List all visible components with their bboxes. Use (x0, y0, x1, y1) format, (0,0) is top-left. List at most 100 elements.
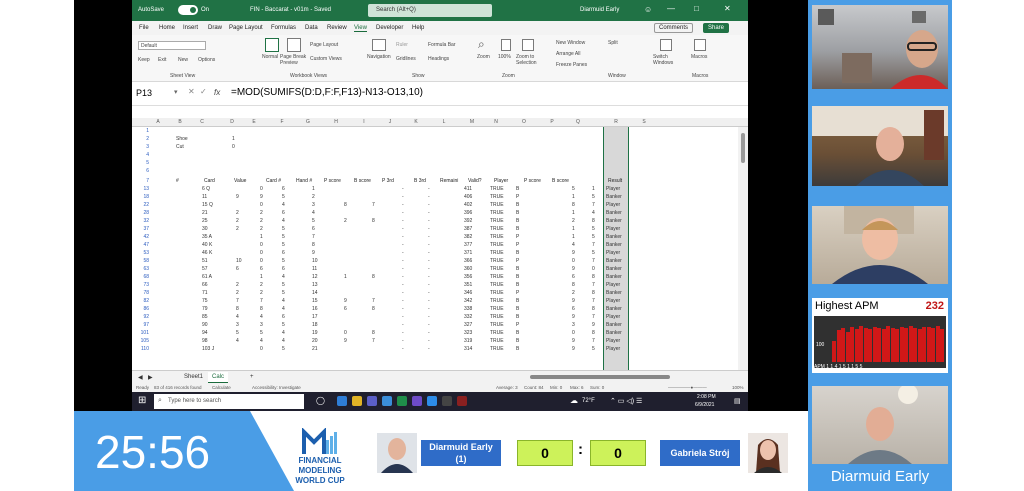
table-cell[interactable]: 2 (572, 290, 575, 296)
table-cell[interactable]: 5 (260, 330, 263, 336)
table-cell[interactable]: 402 (464, 202, 472, 208)
sheet-view-options[interactable]: Options (198, 57, 215, 63)
table-cell[interactable]: B (516, 266, 519, 272)
table-cell[interactable]: 7 (592, 338, 595, 344)
table-cell[interactable]: B (516, 338, 519, 344)
row-number[interactable]: 63 (135, 266, 149, 272)
table-cell[interactable]: 35 A (202, 234, 212, 240)
row-number[interactable]: 47 (135, 242, 149, 248)
row-number[interactable]: 5 (135, 160, 149, 166)
table-cell[interactable]: - (402, 330, 404, 336)
table-cell[interactable]: 7 (372, 202, 375, 208)
table-cell[interactable]: Player (606, 314, 620, 320)
table-cell[interactable]: 8 (592, 330, 595, 336)
table-cell[interactable]: 7 (312, 234, 315, 240)
table-cell[interactable]: 8 (372, 330, 375, 336)
table-row[interactable]: 28 21 2 2 6 4 - - 396 TRUE B 1 4 Banker (132, 210, 748, 218)
arrange-all-button[interactable]: Arrange All (556, 51, 580, 57)
table-cell[interactable]: 6 (260, 266, 263, 272)
navigation-button[interactable]: Navigation (367, 54, 391, 60)
row-number[interactable]: 78 (135, 290, 149, 296)
table-cell[interactable]: Player (606, 346, 620, 352)
table-cell[interactable]: 25 (202, 218, 208, 224)
table-cell[interactable]: TRUE (490, 314, 504, 320)
table-cell[interactable]: Banker (606, 330, 622, 336)
table-cell[interactable]: 103 J (202, 346, 214, 352)
table-cell[interactable]: 12 (312, 274, 318, 280)
table-cell[interactable]: - (428, 338, 430, 344)
table-cell[interactable]: 4 (312, 210, 315, 216)
table-cell[interactable]: 356 (464, 274, 472, 280)
table-cell[interactable]: - (402, 242, 404, 248)
sheet-view-exit[interactable]: Exit (158, 57, 166, 63)
obs-icon[interactable] (457, 396, 467, 406)
table-row[interactable]: 18 11 9 9 5 2 - - 406 TRUE P 1 5 Banker (132, 194, 748, 202)
table-cell[interactable]: 5 (282, 322, 285, 328)
table-cell[interactable]: - (428, 322, 430, 328)
table-cell[interactable]: - (428, 266, 430, 272)
table-cell[interactable]: 327 (464, 322, 472, 328)
table-cell[interactable]: - (428, 250, 430, 256)
table-cell[interactable]: TRUE (490, 194, 504, 200)
table-cell[interactable]: - (402, 274, 404, 280)
table-cell[interactable]: - (402, 266, 404, 272)
row-number[interactable]: 97 (135, 322, 149, 328)
table-cell[interactable]: - (428, 290, 430, 296)
table-cell[interactable]: P (516, 258, 519, 264)
macros-icon[interactable] (694, 39, 706, 51)
table-cell[interactable]: 6 (282, 186, 285, 192)
taskbar-search[interactable]: ⌕ Type here to search (154, 394, 304, 409)
table-cell[interactable]: B (516, 186, 519, 192)
view-normal[interactable]: Normal (262, 54, 278, 60)
table-row[interactable]: 63 57 6 6 6 11 - - 360 TRUE B 9 0 Banker (132, 266, 748, 274)
table-cell[interactable]: Banker (606, 322, 622, 328)
col-header-o[interactable]: O (518, 119, 530, 125)
col-header-f[interactable]: F (276, 119, 288, 125)
table-cell[interactable]: 4 (592, 210, 595, 216)
table-cell[interactable]: 8 (592, 218, 595, 224)
table-cell[interactable]: Banker (606, 266, 622, 272)
table-cell[interactable]: 9 (592, 322, 595, 328)
table-cell[interactable]: 75 (202, 298, 208, 304)
table-cell[interactable]: Banker (606, 242, 622, 248)
table-cell[interactable]: 14 (312, 290, 318, 296)
col-header-l[interactable]: L (438, 119, 450, 125)
table-row[interactable]: 78 71 2 2 5 14 - - 346 TRUE P 2 8 Banker (132, 290, 748, 298)
page-break-icon[interactable] (287, 38, 301, 52)
col-header-i[interactable]: I (358, 119, 370, 125)
table-cell[interactable]: 9 (572, 346, 575, 352)
col-header-c[interactable]: C (196, 119, 208, 125)
menu-file[interactable]: File (139, 25, 149, 31)
table-header-cell[interactable]: P 3rd (382, 178, 394, 184)
table-cell[interactable]: 1 (572, 210, 575, 216)
row-number[interactable]: 4 (135, 152, 149, 158)
weather-temp[interactable]: 72°F (582, 398, 595, 404)
table-cell[interactable]: 8 (260, 306, 263, 312)
table-cell[interactable]: 5 (282, 234, 285, 240)
zoom-slider[interactable]: —————●——— (668, 385, 707, 390)
table-cell[interactable]: 0 (260, 202, 263, 208)
table-cell[interactable]: 7 (592, 242, 595, 248)
table-cell[interactable]: 323 (464, 330, 472, 336)
table-cell[interactable]: 387 (464, 226, 472, 232)
table-cell[interactable]: 3 (236, 322, 239, 328)
table-cell[interactable]: 7 (372, 338, 375, 344)
zoom-button[interactable]: Zoom (477, 54, 490, 60)
table-cell[interactable]: 18 (312, 322, 318, 328)
system-tray-icons[interactable]: ⌃ ▭ ◁) ☰ (610, 397, 642, 405)
sheet-view-select[interactable]: Default (138, 41, 206, 50)
table-cell[interactable]: Player (606, 186, 620, 192)
table-cell[interactable]: 8 (372, 218, 375, 224)
table-cell[interactable]: 5 (282, 258, 285, 264)
row-number[interactable]: 13 (135, 186, 149, 192)
name-box[interactable]: P13 (136, 88, 152, 98)
table-cell[interactable]: 5 (312, 218, 315, 224)
table-row[interactable]: 101 94 5 5 4 19 0 8 - - 323 TRUE B 0 8 Banker (132, 330, 748, 338)
table-cell[interactable]: 21 (202, 210, 208, 216)
table-header-cell[interactable]: B score (552, 178, 569, 184)
table-cell[interactable]: 5 (592, 194, 595, 200)
notification-icon[interactable]: ▤ (734, 397, 741, 405)
table-cell[interactable]: - (402, 226, 404, 232)
navigation-icon[interactable] (372, 39, 386, 51)
show-ruler[interactable]: Ruler (396, 42, 408, 48)
